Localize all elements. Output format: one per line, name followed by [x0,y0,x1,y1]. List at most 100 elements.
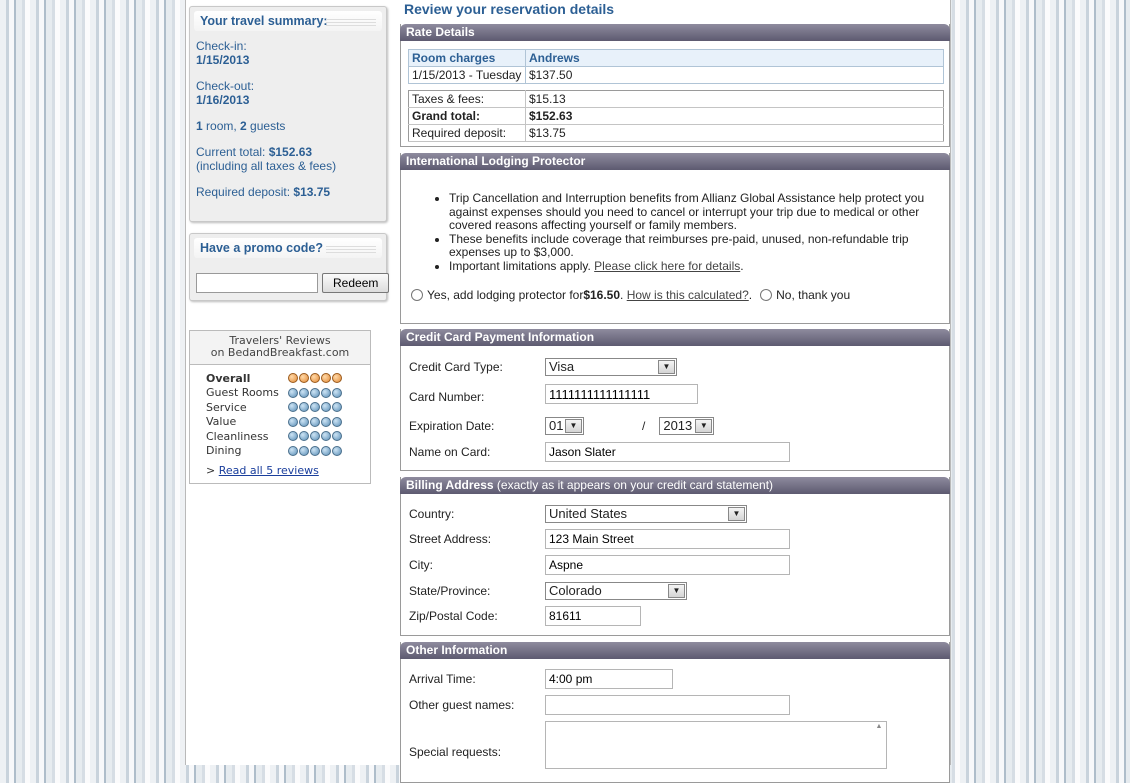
reviews-box: Travelers' Reviews on BedandBreakfast.co… [189,330,371,484]
rate-details-section: Rate Details Room charges Andrews 1/15/2… [400,24,950,147]
zip-row: Zip/Postal Code: [409,606,641,626]
special-requests-row: Special requests: ▲ [409,721,887,772]
special-requests-textarea[interactable] [545,721,887,769]
card-name-label: Name on Card: [409,445,491,459]
table-row: Grand total: $152.63 [408,107,944,125]
review-row: Service [190,400,370,415]
state-row: State/Province: Colorado ▼ [409,582,687,600]
guests-count: 2 [240,119,247,133]
review-row: Value [190,415,370,430]
protector-price: $16.50 [583,288,621,302]
card-type-value: Visa [549,359,575,374]
card-name-input[interactable] [545,442,790,462]
card-number-row: Card Number: [409,384,698,404]
credit-card-section: Credit Card Payment Information Credit C… [400,329,950,471]
country-select[interactable]: United States ▼ [545,505,747,523]
card-type-label: Credit Card Type: [409,360,503,374]
room-name-col-header: Andrews [525,49,944,67]
chevron-down-icon[interactable]: ▼ [728,507,745,521]
travel-summary-box: Your travel summary: Check-in: 1/15/2013… [189,6,387,222]
chevron-down-icon[interactable]: ▼ [565,419,582,433]
lodging-protector-section: International Lodging Protector Trip Can… [400,153,950,324]
protector-yes-radio[interactable] [411,289,423,301]
street-input[interactable] [545,529,790,549]
protector-yes-label: Yes, add lodging protector for [427,288,584,302]
protector-benefits-list: Trip Cancellation and Interruption benef… [401,191,949,273]
exp-year-select[interactable]: 2013 ▼ [659,417,715,435]
guest-names-label: Other guest names: [409,698,515,712]
taxes-note: (including all taxes & fees) [196,159,337,173]
rating-dot-icon [299,431,309,442]
rating-dot-icon [321,416,331,427]
arrival-time-input[interactable] [545,669,673,689]
rooms-text: room, [202,119,241,133]
promo-code-input[interactable] [196,273,318,293]
rating-dot-icon [332,445,342,456]
rating-dots [288,402,342,413]
guest-names-input[interactable] [545,695,790,715]
checkin-block: Check-in: 1/15/2013 [196,39,380,67]
rating-dot-icon [321,387,331,398]
zip-label: Zip/Postal Code: [409,609,498,623]
lodging-protector-heading: International Lodging Protector [400,153,950,170]
chevron-down-icon[interactable]: ▼ [658,360,675,374]
rating-dots [288,431,342,442]
rating-dot-icon [332,373,342,384]
exp-year-value: 2013 [663,418,693,433]
rating-dot-icon [321,402,331,413]
other-information-section: Other Information Arrival Time: Other gu… [400,642,950,783]
chevron-down-icon[interactable]: ▼ [695,419,713,433]
zip-input[interactable] [545,606,641,626]
promo-box: Have a promo code? Redeem [189,233,390,301]
charge-date: 1/15/2013 - Tuesday [408,66,526,84]
read-reviews-link[interactable]: Read all 5 reviews [219,464,319,477]
rating-dot-icon [332,431,342,442]
room-charges-col-header: Room charges [408,49,526,67]
checkin-label: Check-in: [196,39,247,53]
reviews-link-row: > Read all 5 reviews [190,458,370,477]
state-select[interactable]: Colorado ▼ [545,582,687,600]
rooms-guests: 1 room, 2 guests [196,119,380,133]
review-category-label: Guest Rooms [206,386,279,400]
exp-month-select[interactable]: 01 ▼ [545,417,584,435]
details-link[interactable]: Please click here for details [594,259,740,273]
rating-dot-icon [310,445,320,456]
card-number-input[interactable] [545,384,698,404]
card-type-select[interactable]: Visa ▼ [545,358,677,376]
table-row: Taxes & fees: $15.13 [408,90,944,108]
rating-dots [288,387,342,398]
city-label: City: [409,558,433,572]
country-row: Country: United States ▼ [409,505,747,523]
checkout-value: 1/16/2013 [196,93,250,107]
exp-month-value: 01 [549,418,564,433]
grand-total-label: Grand total: [408,107,526,125]
room-charges-table: Room charges Andrews 1/15/2013 - Tuesday… [408,49,944,84]
chevron-down-icon[interactable]: ▼ [668,584,685,598]
travel-summary-title: Your travel summary: [194,11,382,31]
rating-dot-icon [310,373,320,384]
reviews-link-prefix: > [206,464,219,477]
review-category-label: Value [206,415,237,429]
page-title: Review your reservation details [404,1,615,17]
billing-heading-note: (exactly as it appears on your credit ca… [493,478,774,492]
other-information-heading: Other Information [400,642,950,659]
travel-summary-body: Check-in: 1/15/2013 Check-out: 1/16/2013… [190,31,386,205]
rating-dot-icon [288,416,298,427]
checkout-block: Check-out: 1/16/2013 [196,79,380,107]
rating-dot-icon [310,431,320,442]
billing-address-heading: Billing Address (exactly as it appears o… [400,477,950,494]
country-value: United States [549,506,628,521]
protector-no-radio[interactable] [760,289,773,301]
redeem-button[interactable]: Redeem [322,273,390,293]
scroll-up-arrow-icon[interactable]: ▲ [873,723,885,730]
calculation-link[interactable]: How is this calculated? [627,288,749,302]
protector-options: Yes, add lodging protector for $16.50. H… [411,288,949,302]
rating-dot-icon [288,373,298,384]
card-number-label: Card Number: [409,390,485,404]
rating-dot-icon [288,402,298,413]
promo-title: Have a promo code? [194,238,382,258]
review-category-label: Cleanliness [206,429,269,443]
room-charges-header-row: Room charges Andrews [408,49,944,67]
rating-dot-icon [321,373,331,384]
city-input[interactable] [545,555,790,575]
